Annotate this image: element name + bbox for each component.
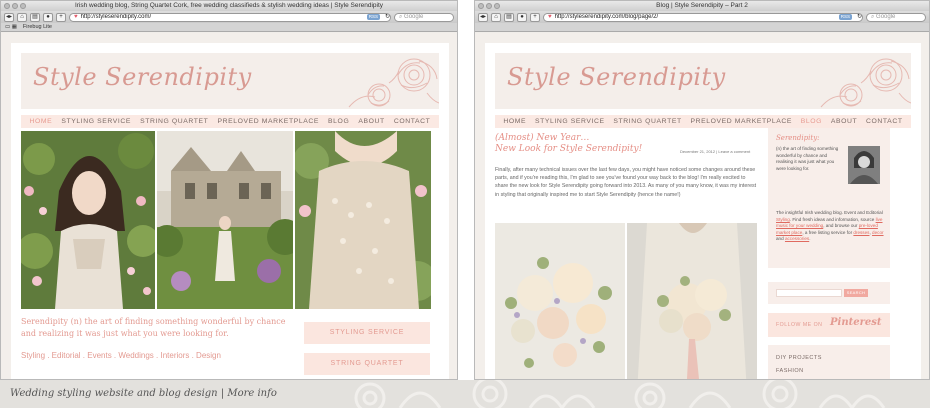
sidebar-intro: The insightful Irish wedding blog. Event… (776, 210, 884, 242)
favicon-heart-icon: ♥ (548, 13, 552, 20)
nav-styling-service[interactable]: STYLING SERVICE (535, 118, 605, 125)
bookmarks-icon[interactable]: ▭ ▦ (5, 23, 17, 31)
history-icon[interactable]: ● (43, 12, 53, 22)
caption-bar: Wedding styling website and blog design … (0, 380, 930, 408)
add-bookmark-icon[interactable]: + (56, 12, 66, 22)
home-icon[interactable]: ⌂ (17, 12, 27, 22)
bookmarks-bar: ▭ ▦ Firebug Lite (1, 23, 457, 32)
window-title: Blog | Style Serendipity – Part 2 (656, 2, 748, 9)
nav-string-quartet[interactable]: STRING QUARTET (613, 118, 681, 125)
nav-string-quartet[interactable]: STRING QUARTET (140, 118, 208, 125)
reload-icon[interactable]: ↻ (385, 14, 390, 21)
caption-text[interactable]: Wedding styling website and blog design … (10, 388, 277, 399)
styling-service-button[interactable]: STYLING SERVICE (304, 322, 430, 344)
category-fashion[interactable]: FASHION (776, 368, 804, 374)
nav-blog[interactable]: BLOG (328, 118, 349, 125)
url-text: http://styleserendipity.com/blog/page/2/ (554, 13, 659, 20)
print-icon[interactable]: ▤ (30, 12, 40, 22)
category-diy-projects[interactable]: DIY PROJECTS (776, 355, 822, 361)
sidebar-definition: (n) the art of finding something wonderf… (776, 146, 839, 171)
title-bar: Blog | Style Serendipity – Part 2 (475, 1, 929, 11)
link-dresses[interactable]: dresses (853, 230, 869, 235)
browser-window-blog: Blog | Style Serendipity – Part 2 ◂▸ ⌂ ▤… (474, 0, 930, 380)
search-input[interactable] (776, 289, 842, 297)
window-title: Irish wedding blog, String Quartet Cork,… (74, 2, 384, 9)
bookmark-firebug[interactable]: Firebug Lite (23, 23, 52, 31)
bookmarks-bar (475, 23, 929, 32)
link-accessories[interactable]: accessories (785, 236, 809, 241)
title-bar: Irish wedding blog, String Quartet Cork,… (1, 1, 457, 11)
search-input[interactable]: ⌕ Google (394, 12, 454, 22)
sidebar-search: SEARCH (768, 282, 890, 304)
sidebar-categories: DIY PROJECTS FASHION (768, 345, 890, 379)
rss-icon[interactable]: RSS (366, 14, 380, 20)
page-canvas: Style Serendipity HOME STYLING SERVICE S… (11, 43, 449, 379)
decorative-swirls (354, 380, 886, 408)
nav-preloved-marketplace[interactable]: PRELOVED MARKETPLACE (690, 118, 792, 125)
sidebar-about: Serendipity: (n) the art of finding some… (768, 128, 890, 268)
rss-icon[interactable]: RSS (838, 14, 852, 20)
nav-about[interactable]: ABOUT (358, 118, 384, 125)
back-forward-icon[interactable]: ◂▸ (4, 12, 14, 22)
window-controls[interactable] (4, 3, 26, 9)
page-viewport: Style Serendipity HOME STYLING SERVICE S… (1, 33, 457, 379)
nav-home[interactable]: HOME (503, 118, 526, 125)
nav-about[interactable]: ABOUT (831, 118, 857, 125)
main-nav: HOME STYLING SERVICE STRING QUARTET PREL… (495, 115, 911, 128)
print-icon[interactable]: ▤ (504, 12, 514, 22)
main-nav: HOME STYLING SERVICE STRING QUARTET PREL… (21, 115, 439, 128)
photo-castle-bride[interactable] (157, 131, 293, 309)
history-icon[interactable]: ● (517, 12, 527, 22)
nav-blog[interactable]: BLOG (801, 118, 822, 125)
window-controls[interactable] (478, 3, 500, 9)
photo-bouquet[interactable] (495, 223, 625, 379)
site-logo[interactable]: Style Serendipity (33, 63, 252, 91)
browser-window-home: Irish wedding blog, String Quartet Cork,… (0, 0, 458, 380)
pinterest-logo[interactable]: Pinterest (830, 317, 881, 328)
roses-illustration (820, 58, 911, 108)
page-canvas: Style Serendipity HOME STYLING SERVICE S… (485, 43, 921, 379)
post-title[interactable]: (Almost) New Year… New Look for Style Se… (495, 133, 695, 155)
home-icon[interactable]: ⌂ (491, 12, 501, 22)
pinterest-follow[interactable]: FOLLOW ME ON Pinterest (768, 313, 890, 337)
services-links[interactable]: Styling . Editorial . Events . Weddings … (21, 351, 221, 360)
nav-styling-service[interactable]: STYLING SERVICE (61, 118, 131, 125)
tagline: Serendipity (n) the art of finding somet… (21, 317, 286, 338)
search-input[interactable]: ⌕ Google (866, 12, 926, 22)
address-bar[interactable]: ♥ http://styleserendipity.com/blog/page/… (543, 12, 863, 22)
link-decor[interactable]: decor (872, 230, 884, 235)
photo-bride-portrait[interactable] (21, 131, 155, 309)
photo-dress-detail[interactable] (295, 131, 431, 309)
nav-home[interactable]: HOME (30, 118, 53, 125)
post-date: December 21, 2012 | Leave a comment (680, 149, 751, 154)
sidebar-title: Serendipity: (776, 134, 820, 142)
nav-preloved-marketplace[interactable]: PRELOVED MARKETPLACE (217, 118, 319, 125)
post-body: Finally, after many technical issues ove… (495, 167, 757, 198)
address-bar[interactable]: ♥ http://styleserendipity.com/ RSS ↻ (69, 12, 391, 22)
search-button[interactable]: SEARCH (844, 289, 868, 297)
follow-label: FOLLOW ME ON (776, 322, 823, 328)
photo-bride-bouquet[interactable] (627, 223, 757, 379)
browser-toolbar: ◂▸ ⌂ ▤ ● + ♥ http://styleserendipity.com… (1, 11, 457, 23)
reload-icon[interactable]: ↻ (857, 14, 862, 21)
nav-contact[interactable]: CONTACT (394, 118, 431, 125)
add-bookmark-icon[interactable]: + (530, 12, 540, 22)
avatar (848, 146, 880, 184)
site-header: Style Serendipity (21, 53, 439, 109)
favicon-heart-icon: ♥ (74, 13, 78, 20)
link-styling[interactable]: Styling (776, 217, 790, 222)
page-viewport: Style Serendipity HOME STYLING SERVICE S… (475, 33, 929, 379)
site-logo[interactable]: Style Serendipity (507, 63, 726, 91)
site-header: Style Serendipity (495, 53, 911, 109)
browser-toolbar: ◂▸ ⌂ ▤ ● + ♥ http://styleserendipity.com… (475, 11, 929, 23)
nav-contact[interactable]: CONTACT (866, 118, 903, 125)
url-text: http://styleserendipity.com/ (80, 13, 152, 20)
string-quartet-button[interactable]: STRING QUARTET (304, 353, 430, 375)
back-forward-icon[interactable]: ◂▸ (478, 12, 488, 22)
roses-illustration (348, 58, 439, 108)
